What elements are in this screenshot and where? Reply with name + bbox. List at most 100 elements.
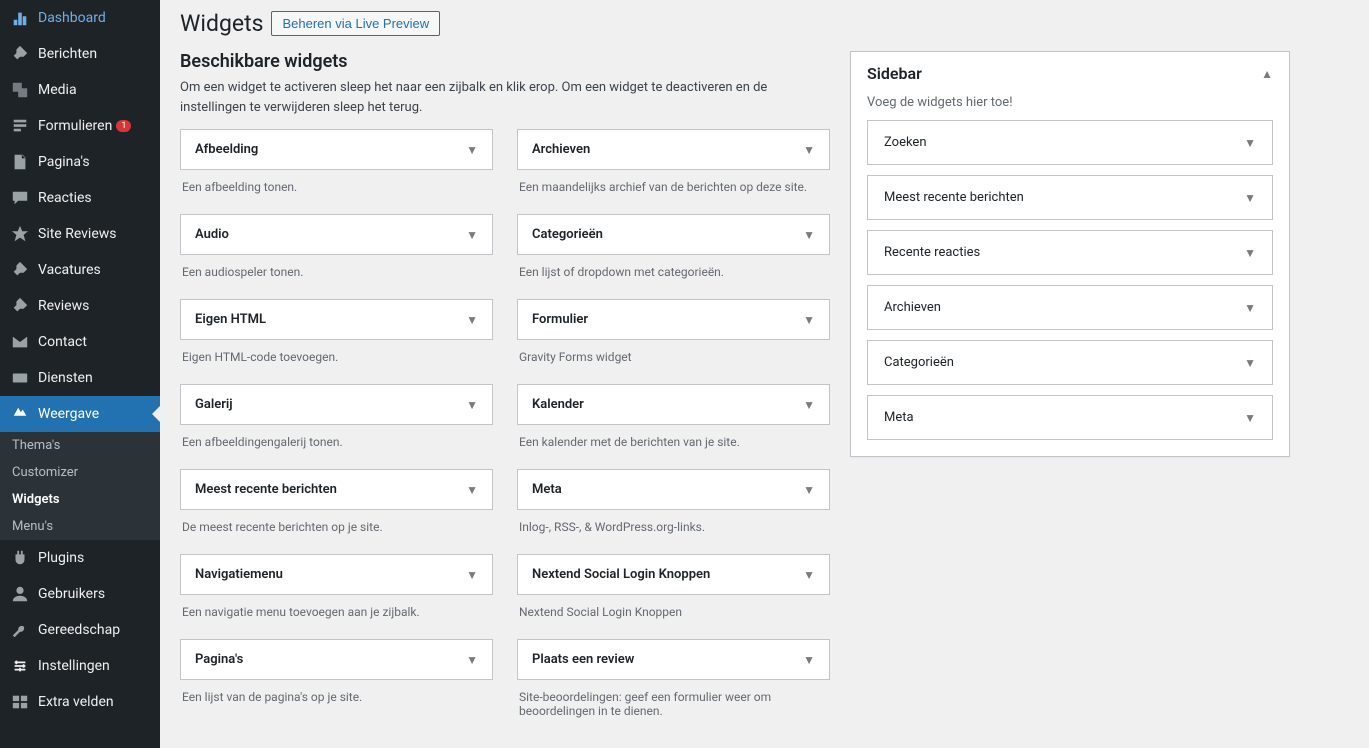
admin-sidebar: Dashboard Berichten Media Formulieren 1 … xyxy=(0,0,160,748)
available-widget[interactable]: Archieven▼ xyxy=(517,129,830,170)
available-widget-cell: Navigatiemenu▼ Een navigatie menu toevoeg… xyxy=(180,554,493,619)
services-icon xyxy=(10,368,30,388)
caret-down-icon: ▼ xyxy=(803,653,815,667)
submenu-themas[interactable]: Thema's xyxy=(0,432,160,459)
menu-label: Formulieren xyxy=(38,118,112,134)
placed-widget[interactable]: Zoeken▼ xyxy=(867,120,1273,165)
placed-widget[interactable]: Archieven▼ xyxy=(867,285,1273,330)
submenu-weergave: Thema's Customizer Widgets Menu's xyxy=(0,432,160,540)
available-widget[interactable]: Afbeelding▼ xyxy=(180,129,493,170)
submenu-widgets[interactable]: Widgets xyxy=(0,486,160,513)
appearance-icon xyxy=(10,404,30,424)
caret-down-icon: ▼ xyxy=(803,568,815,582)
menu-label: Gebruikers xyxy=(38,586,105,602)
menu-reacties[interactable]: Reacties xyxy=(0,180,160,216)
menu-weergave[interactable]: Weergave xyxy=(0,396,160,432)
available-widget[interactable]: Galerij▼ xyxy=(180,384,493,425)
menu-extra-velden[interactable]: Extra velden xyxy=(0,684,160,720)
menu-label: Diensten xyxy=(38,370,93,386)
submenu-menus[interactable]: Menu's xyxy=(0,513,160,540)
menu-media[interactable]: Media xyxy=(0,72,160,108)
available-widget[interactable]: Eigen HTML▼ xyxy=(180,299,493,340)
caret-down-icon: ▼ xyxy=(466,483,478,497)
widget-desc: Een lijst of dropdown met categorieën. xyxy=(517,265,830,279)
available-widget-cell: Afbeelding▼ Een afbeelding tonen. xyxy=(180,129,493,194)
menu-label: Weergave xyxy=(38,406,99,422)
menu-instellingen[interactable]: Instellingen xyxy=(0,648,160,684)
widget-title: Plaats een review xyxy=(532,652,634,667)
live-preview-button[interactable]: Beheren via Live Preview xyxy=(271,11,440,36)
caret-down-icon: ▼ xyxy=(466,313,478,327)
widget-title: Pagina's xyxy=(195,652,243,667)
available-widget[interactable]: Meta▼ xyxy=(517,469,830,510)
sidebar-area-header[interactable]: Sidebar ▲ xyxy=(851,52,1289,95)
available-widget-cell: Plaats een review ▼ Site-beoordelingen: ge… xyxy=(517,639,830,718)
menu-formulieren[interactable]: Formulieren 1 xyxy=(0,108,160,144)
placed-widget[interactable]: Recente reacties ▼ xyxy=(867,230,1273,275)
submenu-customizer[interactable]: Customizer xyxy=(0,459,160,486)
available-widget[interactable]: Nextend Social Login Knoppen▼ xyxy=(517,554,830,595)
menu-vacatures[interactable]: Vacatures xyxy=(0,252,160,288)
available-widget[interactable]: Navigatiemenu▼ xyxy=(180,554,493,595)
available-widgets-grid: Afbeelding▼Een afbeelding tonen.Archieve… xyxy=(180,129,830,738)
widget-title: Audio xyxy=(195,227,229,242)
menu-label: Berichten xyxy=(38,46,97,62)
available-widget[interactable]: Audio▼ xyxy=(180,214,493,255)
settings-icon xyxy=(10,656,30,676)
widget-desc: Een lijst van de pagina's op je site. xyxy=(180,690,493,704)
placed-widget-title: Recente reacties xyxy=(884,245,980,260)
placed-widget[interactable]: Meest recente berichten▼ xyxy=(867,175,1273,220)
available-widget[interactable]: Pagina's▼ xyxy=(180,639,493,680)
menu-label: Reviews xyxy=(38,298,89,314)
widget-desc: De meest recente berichten op je site. xyxy=(180,520,493,534)
menu-paginas[interactable]: Pagina's xyxy=(0,144,160,180)
widget-desc: Een navigatie menu toevoegen aan je zijb… xyxy=(180,605,493,619)
menu-label: Site Reviews xyxy=(38,226,117,242)
menu-gebruikers[interactable]: Gebruikers xyxy=(0,576,160,612)
placed-widget[interactable]: Meta▼ xyxy=(867,395,1273,440)
menu-reviews[interactable]: Reviews xyxy=(0,288,160,324)
available-widget[interactable]: Formulier▼ xyxy=(517,299,830,340)
available-widget[interactable]: Plaats een review ▼ xyxy=(517,639,830,680)
caret-down-icon: ▼ xyxy=(466,568,478,582)
menu-label: Reacties xyxy=(38,190,92,206)
caret-down-icon: ▼ xyxy=(1244,301,1256,315)
form-icon xyxy=(10,116,30,136)
available-widget-cell: Meest recente berichten ▼ De meest recente… xyxy=(180,469,493,534)
menu-label: Gereedschap xyxy=(38,622,120,638)
available-widgets-desc: Om een widget te activeren sleep het naa… xyxy=(180,78,830,117)
widget-title: Meest recente berichten xyxy=(195,482,337,497)
widget-desc: Eigen HTML-code toevoegen. xyxy=(180,350,493,364)
tools-icon xyxy=(10,620,30,640)
mail-icon xyxy=(10,332,30,352)
menu-gereedschap[interactable]: Gereedschap xyxy=(0,612,160,648)
menu-dashboard[interactable]: Dashboard xyxy=(0,0,160,36)
menu-diensten[interactable]: Diensten xyxy=(0,360,160,396)
available-widget-cell: Kalender▼Een kalender met de berichten v… xyxy=(517,384,830,449)
dashboard-icon xyxy=(10,8,30,28)
caret-down-icon: ▼ xyxy=(1244,246,1256,260)
comment-icon xyxy=(10,188,30,208)
menu-contact[interactable]: Contact xyxy=(0,324,160,360)
menu-berichten[interactable]: Berichten xyxy=(0,36,160,72)
main-content: Widgets Beheren via Live Preview Beschik… xyxy=(160,0,1369,748)
available-widget[interactable]: Kalender▼ xyxy=(517,384,830,425)
available-widget[interactable]: Meest recente berichten ▼ xyxy=(180,469,493,510)
placed-widget[interactable]: Categorieën▼ xyxy=(867,340,1273,385)
widget-desc: Een afbeelding tonen. xyxy=(180,180,493,194)
available-widget[interactable]: Categorieën▼ xyxy=(517,214,830,255)
menu-plugins[interactable]: Plugins xyxy=(0,540,160,576)
menu-label: Media xyxy=(38,82,77,98)
fields-icon xyxy=(10,692,30,712)
caret-down-icon: ▼ xyxy=(803,313,815,327)
widget-desc: Site-beoordelingen: geef een formulier w… xyxy=(517,690,830,718)
widget-desc: Een maandelijks archief van de berichten… xyxy=(517,180,830,194)
pin-icon xyxy=(10,44,30,64)
placed-widget-title: Meest recente berichten xyxy=(884,190,1024,205)
page-icon xyxy=(10,152,30,172)
widget-title: Afbeelding xyxy=(195,142,258,157)
menu-site-reviews[interactable]: Site Reviews xyxy=(0,216,160,252)
media-icon xyxy=(10,80,30,100)
widget-desc: Inlog-, RSS-, & WordPress.org-links. xyxy=(517,520,830,534)
menu-label: Extra velden xyxy=(38,694,114,710)
